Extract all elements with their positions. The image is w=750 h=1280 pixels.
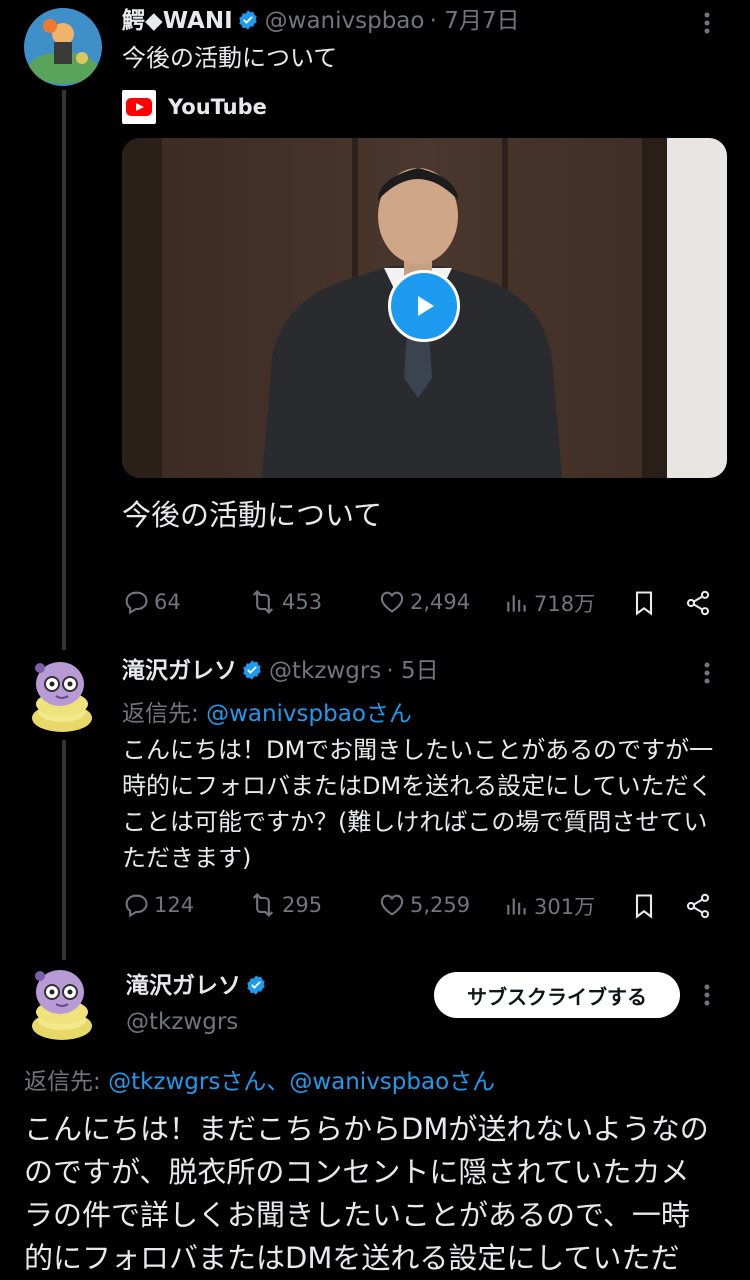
reply-button[interactable]: 64 (122, 588, 181, 616)
reply-label: 返信先: (24, 1069, 101, 1095)
reply-button[interactable]: 124 (122, 891, 194, 919)
avatar-galeso[interactable] (26, 962, 102, 1042)
thread-line (62, 90, 66, 650)
tweet3-header: 滝沢ガレソ @tkzwgrs (126, 970, 273, 1038)
reply-count: 64 (154, 590, 181, 614)
reply-context: 返信先: @wanivspbaoさん (122, 694, 412, 728)
avatar-galeso[interactable] (26, 654, 102, 734)
text-line: 的にフォロバまたはDMを送れる設定にしていただ (24, 1241, 680, 1275)
text-line: こんにちは！DMでお聞きしたいことがあるのですが一 (122, 736, 714, 764)
card-source-label: YouTube (168, 95, 267, 119)
like-icon (380, 894, 404, 916)
bookmark-icon[interactable] (630, 589, 658, 617)
reply-label: 返信先: (122, 701, 199, 727)
reply-count: 124 (154, 893, 195, 917)
timestamp[interactable]: · 7月7日 (430, 8, 520, 34)
share-icon[interactable] (684, 589, 712, 617)
tweet-text: 今後の活動について (122, 44, 338, 72)
text-line: ただきます) (122, 844, 252, 872)
like-icon (380, 591, 404, 613)
retweet-button[interactable]: 295 (248, 891, 322, 919)
views-icon (507, 898, 526, 915)
more-icon[interactable] (692, 658, 722, 688)
more-icon[interactable] (692, 8, 722, 38)
more-icon[interactable] (692, 980, 722, 1010)
text-line: のですが、脱衣所のコンセントに隠されていたカメ (24, 1155, 690, 1189)
reply-context: 返信先: @tkzwgrsさん、@wanivspbaoさん (24, 1062, 495, 1096)
retweet-icon (252, 590, 274, 614)
like-button[interactable]: 2,494 (378, 588, 470, 616)
thread-line (62, 740, 66, 960)
like-button[interactable]: 5,259 (378, 891, 470, 919)
retweet-count: 295 (282, 893, 323, 917)
views-button[interactable]: 301万 (504, 891, 595, 921)
retweet-icon (252, 893, 274, 917)
bookmark-icon[interactable] (630, 892, 658, 920)
reply-icon (125, 894, 148, 918)
text-line: ことは可能ですか？(難しければこの場で質問させてい (122, 808, 708, 836)
share-icon[interactable] (684, 892, 712, 920)
tweet2-header: 滝沢ガレソ @tkzwgrs · 5日 (122, 656, 439, 688)
play-button[interactable] (388, 270, 460, 342)
display-name[interactable]: 滝沢ガレソ (126, 973, 241, 999)
text-line: ラの件で詳しくお聞きしたいことがあるので、一時 (24, 1198, 690, 1232)
display-name[interactable]: 鰐◆WANI (122, 8, 233, 34)
retweet-button[interactable]: 453 (248, 588, 322, 616)
views-count: 301万 (534, 895, 596, 919)
views-button[interactable]: 718万 (504, 588, 595, 618)
tweet-text: こんにちは！まだこちらからDMが送れないようなの のですが、脱衣所のコンセントに… (24, 1108, 739, 1280)
video-title[interactable]: 今後の活動について (122, 492, 382, 534)
like-count: 2,494 (410, 590, 471, 614)
subscribe-button[interactable]: サブスクライブする (434, 972, 680, 1018)
card-source[interactable]: YouTube (122, 90, 267, 124)
reply-icon (125, 591, 148, 615)
text-line: 時的にフォロバまたはDMを送れる設定にしていただく (122, 772, 713, 800)
views-count: 718万 (534, 592, 596, 616)
video-thumbnail[interactable] (122, 138, 727, 478)
avatar-wani[interactable] (24, 8, 102, 86)
text-line: こんにちは！まだこちらからDMが送れないようなの (24, 1112, 709, 1146)
play-icon (418, 296, 434, 316)
tweet1-header: 鰐◆WANI @wanivspbao · 7月7日 (122, 6, 519, 38)
handle[interactable]: @tkzwgrs (269, 658, 381, 684)
timestamp[interactable]: · 5日 (386, 658, 438, 684)
handle[interactable]: @wanivspbao (265, 8, 425, 34)
like-count: 5,259 (410, 893, 471, 917)
display-name[interactable]: 滝沢ガレソ (122, 658, 237, 684)
tweet-text: こんにちは！DMでお聞きしたいことがあるのですが一 時的にフォロバまたはDMを送… (122, 732, 732, 876)
verified-badge-icon (238, 10, 257, 30)
verified-badge-icon (243, 660, 261, 680)
retweet-count: 453 (282, 590, 323, 614)
youtube-logo-icon (122, 90, 156, 124)
reply-mention[interactable]: @wanivspbaoさん (206, 701, 412, 727)
handle[interactable]: @tkzwgrs (126, 1006, 273, 1038)
reply-mention[interactable]: @tkzwgrsさん、@wanivspbaoさん (108, 1069, 495, 1095)
verified-badge-icon (247, 975, 265, 995)
views-icon (507, 595, 526, 612)
